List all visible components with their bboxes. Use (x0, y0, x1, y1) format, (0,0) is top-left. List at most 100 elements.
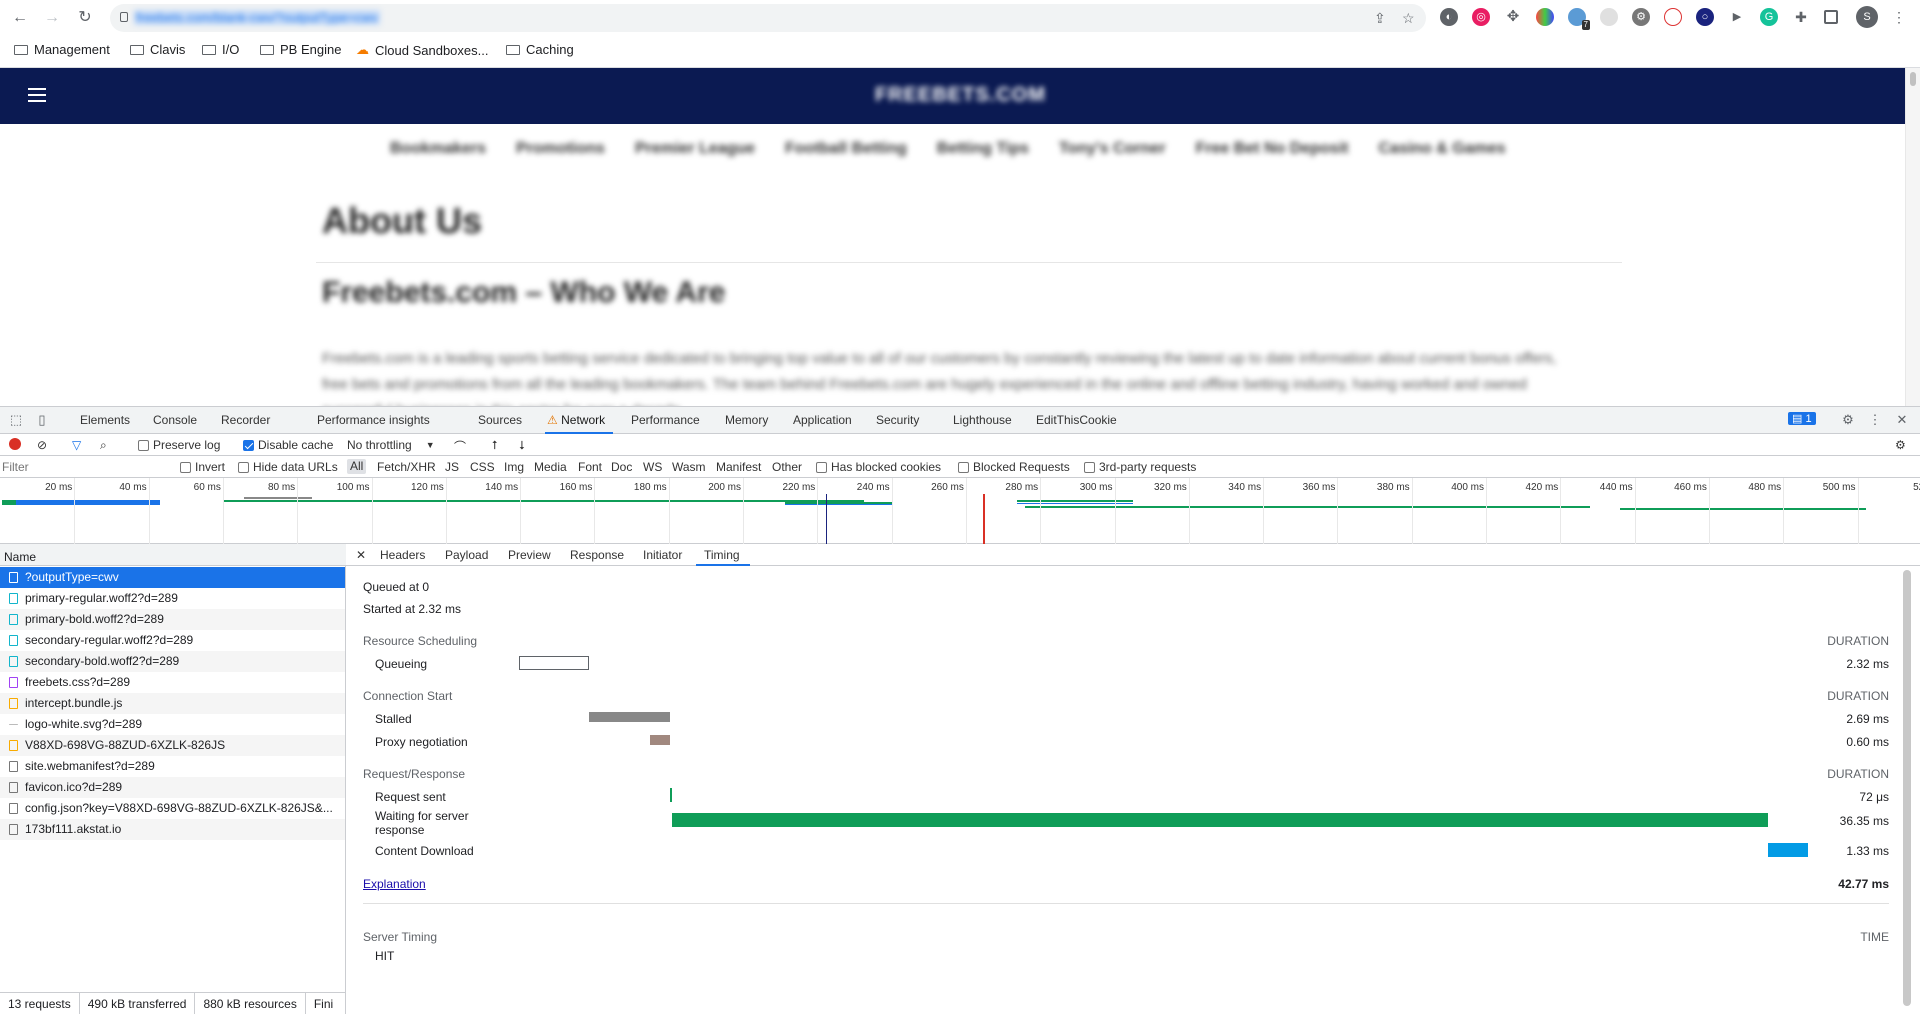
scrollbar-thumb[interactable] (1903, 570, 1911, 1006)
site-logo[interactable]: FREEBETS.COM (875, 84, 1046, 107)
network-settings-icon[interactable]: ⚙ (1895, 438, 1906, 452)
nav-link[interactable]: Free Bet No Deposit (1196, 140, 1349, 158)
settings-gear-icon[interactable]: ⚙ (1840, 412, 1856, 428)
calendar-extension-icon[interactable] (1664, 8, 1682, 26)
detail-tab-headers[interactable]: Headers (380, 548, 425, 562)
search-icon[interactable]: ⌕ (100, 438, 107, 453)
clear-icon[interactable]: ⊘ (37, 438, 47, 452)
filter-type-js[interactable]: JS (445, 460, 459, 474)
detail-tab-response[interactable]: Response (570, 548, 624, 562)
detail-tab-payload[interactable]: Payload (445, 548, 488, 562)
move-icon[interactable]: ✥ (1504, 8, 1522, 26)
bookmark-caching[interactable]: Caching (506, 42, 574, 57)
disable-cache-checkbox[interactable]: Disable cache (243, 438, 333, 452)
checkbox-box[interactable] (138, 439, 149, 451)
nav-link[interactable]: Promotions (516, 140, 605, 158)
detail-tab-timing[interactable]: Timing (704, 548, 740, 562)
filter-input[interactable] (2, 458, 162, 475)
request-row[interactable]: freebets.css?d=289 (0, 672, 345, 693)
forward-icon[interactable]: → (42, 8, 62, 28)
nav-link[interactable]: Tony's Corner (1059, 140, 1166, 158)
request-row[interactable]: config.json?key=V88XD-698VG-88ZUD-6XZLK-… (0, 798, 345, 819)
hide-data-urls-checkbox[interactable]: Hide data URLs (238, 460, 338, 474)
network-overview-timeline[interactable]: 20 ms 40 ms 60 ms 80 ms 100 ms 120 ms 140 ms 16… (0, 478, 1920, 544)
profile-avatar[interactable]: S (1856, 6, 1878, 28)
sidepanel-icon[interactable] (1824, 10, 1838, 24)
tab-performance[interactable]: Performance (631, 413, 700, 427)
menu-kebab-icon[interactable]: ⋮ (1890, 8, 1908, 26)
extension-icon-5[interactable]: ○ (1696, 8, 1714, 26)
extension-icon-6[interactable]: ▶ (1728, 8, 1746, 26)
tab-security[interactable]: Security (876, 413, 919, 427)
hamburger-menu-icon[interactable] (28, 88, 46, 102)
request-row[interactable]: logo-white.svg?d=289 (0, 714, 345, 735)
tab-application[interactable]: Application (793, 413, 852, 427)
import-har-icon[interactable]: ⭡ (492, 438, 498, 453)
nav-link[interactable]: Betting Tips (937, 140, 1029, 158)
share-icon[interactable]: ⇪ (1374, 10, 1386, 27)
detail-scrollbar[interactable] (1901, 570, 1913, 1010)
blocked-requests-checkbox[interactable]: Blocked Requests (958, 460, 1070, 474)
bookmark-cloud-sandboxes[interactable]: ☁ Cloud Sandboxes... (356, 42, 488, 58)
device-toolbar-icon[interactable]: ▯ (34, 412, 50, 428)
request-row[interactable]: site.webmanifest?d=289 (0, 756, 345, 777)
nav-link[interactable]: Casino & Games (1378, 140, 1505, 158)
detail-tab-preview[interactable]: Preview (508, 548, 551, 562)
request-row[interactable]: V88XD-698VG-88ZUD-6XZLK-826JS (0, 735, 345, 756)
request-row[interactable]: favicon.ico?d=289 (0, 777, 345, 798)
extension-icon-3[interactable] (1600, 8, 1618, 26)
checkbox-box[interactable] (816, 461, 827, 473)
tab-elements[interactable]: Elements (80, 413, 130, 427)
checkbox-box[interactable] (958, 461, 969, 473)
tab-performance-insights[interactable]: Performance insights (317, 413, 430, 427)
record-button[interactable] (9, 438, 21, 450)
color-extension-icon[interactable] (1536, 8, 1554, 26)
tab-lighthouse[interactable]: Lighthouse (953, 413, 1012, 427)
preserve-log-checkbox[interactable]: Preserve log (138, 438, 220, 452)
checkbox-box[interactable] (180, 461, 191, 473)
filter-type-other[interactable]: Other (772, 460, 802, 474)
close-detail-icon[interactable]: ✕ (356, 548, 366, 562)
bookmark-management[interactable]: Management (14, 42, 110, 57)
filter-type-doc[interactable]: Doc (611, 460, 632, 474)
detail-tab-initiator[interactable]: Initiator (643, 548, 682, 562)
bookmark-star-icon[interactable]: ☆ (1402, 10, 1415, 27)
filter-type-fetch[interactable]: Fetch/XHR (377, 460, 436, 474)
name-column-header[interactable]: Name (0, 544, 346, 566)
lock-icon[interactable] (120, 12, 128, 22)
explanation-link[interactable]: Explanation (363, 877, 426, 891)
bookmark-io[interactable]: I/O (202, 42, 239, 57)
extension-icon-2[interactable]: ◎ (1472, 8, 1490, 26)
request-row[interactable]: intercept.bundle.js (0, 693, 345, 714)
url-text[interactable]: freebets.com/blank-cwv/?outputType=cwv (134, 10, 380, 25)
nav-link[interactable]: Bookmakers (390, 140, 486, 158)
extension-icon-1[interactable]: ◐ (1440, 8, 1458, 26)
tab-console[interactable]: Console (153, 413, 197, 427)
filter-type-css[interactable]: CSS (470, 460, 495, 474)
nav-link[interactable]: Football Betting (785, 140, 907, 158)
inspect-element-icon[interactable]: ⬚ (8, 412, 24, 428)
throttling-select[interactable]: No throttling ▼ (347, 438, 435, 452)
tab-sources[interactable]: Sources (478, 413, 522, 427)
checkbox-box[interactable] (238, 461, 249, 473)
request-row[interactable]: primary-bold.woff2?d=289 (0, 609, 345, 630)
filter-type-manifest[interactable]: Manifest (716, 460, 761, 474)
extension-icon-badge[interactable]: 7 (1568, 8, 1590, 30)
filter-type-img[interactable]: Img (504, 460, 524, 474)
bookmark-clavis[interactable]: Clavis (130, 42, 185, 57)
filter-type-all[interactable]: All (347, 459, 367, 474)
address-bar[interactable]: freebets.com/blank-cwv/?outputType=cwv ⇪… (110, 4, 1426, 32)
third-party-checkbox[interactable]: 3rd-party requests (1084, 460, 1196, 474)
export-har-icon[interactable]: ⭣ (519, 438, 525, 453)
scrollbar-thumb[interactable] (1910, 72, 1916, 86)
tab-memory[interactable]: Memory (725, 413, 768, 427)
puzzle-icon[interactable]: ✚ (1792, 8, 1810, 26)
has-blocked-cookies-checkbox[interactable]: Has blocked cookies (816, 460, 941, 474)
network-conditions-icon[interactable]: ⌒ (454, 438, 466, 455)
filter-icon[interactable]: ▽ (72, 438, 81, 452)
request-row[interactable]: secondary-bold.woff2?d=289 (0, 651, 345, 672)
devtools-menu-icon[interactable]: ⋮ (1867, 412, 1883, 428)
request-row[interactable]: primary-regular.woff2?d=289 (0, 588, 345, 609)
reload-icon[interactable]: ↻ (75, 8, 95, 28)
filter-type-font[interactable]: Font (578, 460, 602, 474)
